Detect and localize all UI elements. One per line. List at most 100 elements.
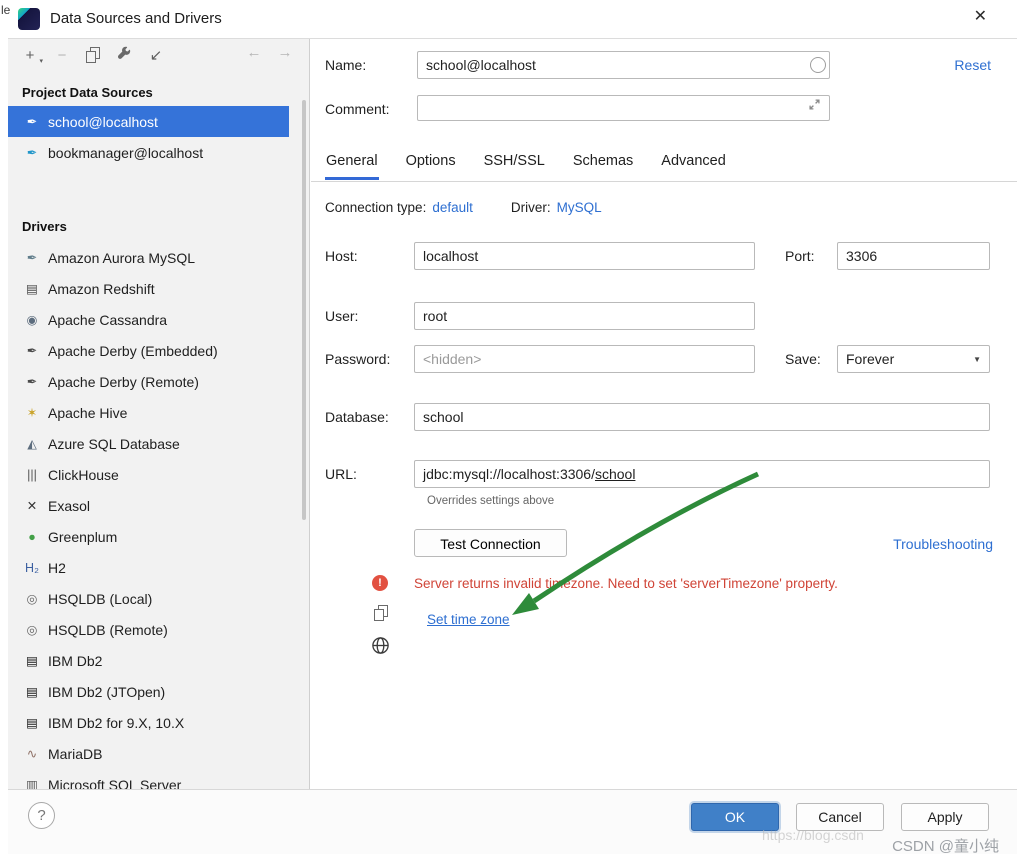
driver-item[interactable]: ● Greenplum	[8, 521, 289, 552]
user-input[interactable]	[414, 302, 755, 330]
tab[interactable]: Advanced	[660, 149, 727, 180]
sidebar-toolbar: + ▾ − ↙	[22, 45, 164, 65]
driver-label: Greenplum	[48, 528, 118, 545]
comment-input[interactable]	[417, 95, 830, 121]
driver-item[interactable]: ▤ IBM Db2 for 9.X, 10.X	[8, 707, 289, 738]
driver-icon: ✒	[26, 344, 38, 358]
driver-item[interactable]: ◭ Azure SQL Database	[8, 428, 289, 459]
expand-editor-icon[interactable]	[809, 99, 820, 110]
driver-label: Azure SQL Database	[48, 435, 180, 452]
port-input[interactable]	[837, 242, 990, 270]
duplicate-icon[interactable]	[86, 47, 100, 63]
troubleshooting-link[interactable]: Troubleshooting	[893, 536, 993, 552]
tab[interactable]: SSH/SSL	[483, 149, 546, 180]
driver-label: H2	[48, 559, 66, 576]
project-data-sources-list: ✒ school@localhost ✒ bookmanager@localho…	[8, 106, 289, 168]
driver-icon: ◎	[26, 623, 38, 637]
data-source-item[interactable]: ✒ bookmanager@localhost	[8, 137, 289, 168]
driver-item[interactable]: ✒ Apache Derby (Embedded)	[8, 335, 289, 366]
sidebar: + ▾ − ↙ ← → Project Data Sources ✒ school…	[8, 39, 310, 790]
test-connection-button[interactable]: Test Connection	[414, 529, 567, 557]
url-input[interactable]: jdbc:mysql://localhost:3306/school	[414, 460, 990, 488]
driver-label: HSQLDB (Remote)	[48, 621, 168, 638]
driver-item[interactable]: ∿ MariaDB	[8, 738, 289, 769]
sidebar-scrollbar[interactable]	[302, 100, 306, 520]
connection-type-label: Connection type:	[325, 200, 427, 215]
driver-label: Apache Derby (Remote)	[48, 373, 199, 390]
tab[interactable]: Schemas	[572, 149, 634, 180]
driver-item[interactable]: ✕ Exasol	[8, 490, 289, 521]
host-input[interactable]	[414, 242, 755, 270]
tab[interactable]: General	[325, 149, 379, 180]
forward-icon: →	[277, 44, 293, 61]
datagrip-app-icon	[18, 8, 40, 30]
mysql-datasource-icon: ✒	[26, 115, 38, 129]
tab-bar: General Options SSH/SSL Schemas Advanced	[325, 149, 727, 180]
driver-field-value[interactable]: MySQL	[557, 200, 602, 215]
help-button[interactable]: ?	[28, 802, 55, 829]
remove-icon: −	[57, 46, 67, 64]
driver-icon: ●	[28, 529, 36, 544]
window-title: Data Sources and Drivers	[50, 10, 222, 27]
name-input[interactable]	[417, 51, 830, 79]
driver-label: IBM Db2	[48, 652, 103, 669]
driver-item[interactable]: ▤ IBM Db2	[8, 645, 289, 676]
save-combobox-value: Forever	[846, 351, 895, 367]
drivers-header: Drivers	[22, 219, 67, 234]
overrides-note: Overrides settings above	[427, 495, 555, 507]
driver-item[interactable]: ✒ Amazon Aurora MySQL	[8, 242, 289, 273]
driver-label: Apache Derby (Embedded)	[48, 342, 218, 359]
import-icon[interactable]: ↙	[148, 48, 164, 63]
driver-item[interactable]: H₂ H2	[8, 552, 289, 583]
reset-link[interactable]: Reset	[954, 57, 991, 73]
driver-item[interactable]: ◎ HSQLDB (Remote)	[8, 614, 289, 645]
driver-icon: H₂	[25, 560, 39, 575]
driver-item[interactable]: ◎ HSQLDB (Local)	[8, 583, 289, 614]
tab-label: Options	[405, 153, 456, 169]
background-window-text: le	[1, 3, 11, 17]
drivers-list: ✒ Amazon Aurora MySQL ▤ Amazon Redshift …	[8, 242, 289, 791]
port-label: Port:	[785, 248, 815, 264]
driver-label: Apache Hive	[48, 404, 128, 421]
driver-label: IBM Db2 (JTOpen)	[48, 683, 166, 700]
driver-icon: ✶	[26, 406, 38, 420]
driver-item[interactable]: ▤ Amazon Redshift	[8, 273, 289, 304]
driver-item[interactable]: ||| ClickHouse	[8, 459, 289, 490]
driver-item[interactable]: ✒ Apache Derby (Remote)	[8, 366, 289, 397]
ok-button[interactable]: OK	[691, 803, 779, 831]
driver-item[interactable]: ◉ Apache Cassandra	[8, 304, 289, 335]
copy-error-icon[interactable]	[374, 605, 388, 621]
mysql-datasource-icon: ✒	[26, 146, 38, 160]
wrench-icon[interactable]	[116, 46, 132, 64]
add-icon[interactable]: + ▾	[22, 48, 43, 65]
tab-label: SSH/SSL	[483, 153, 545, 169]
title-bar: Data Sources and Drivers ✕	[8, 0, 1017, 39]
driver-label: MariaDB	[48, 745, 103, 762]
driver-label: IBM Db2 for 9.X, 10.X	[48, 714, 185, 731]
database-label: Database:	[325, 409, 389, 425]
database-input[interactable]	[414, 403, 990, 431]
data-source-item[interactable]: ✒ school@localhost	[8, 106, 289, 137]
back-icon: ←	[246, 44, 262, 61]
driver-icon: ✒	[26, 375, 38, 389]
tab[interactable]: Options	[405, 149, 457, 180]
driver-icon: ▤	[26, 282, 38, 296]
validation-spinner-icon	[810, 57, 826, 73]
url-prefix-text: jdbc:mysql://localhost:3306/	[423, 466, 595, 482]
driver-item[interactable]: ✶ Apache Hive	[8, 397, 289, 428]
connection-type-value[interactable]: default	[432, 200, 473, 215]
globe-icon[interactable]	[371, 636, 390, 655]
driver-icon: ◉	[26, 313, 38, 327]
close-icon[interactable]: ✕	[974, 9, 987, 25]
driver-icon: ✒	[26, 251, 38, 265]
driver-item[interactable]: ▥ Microsoft SQL Server	[8, 769, 289, 791]
save-combobox[interactable]: Forever ▼	[837, 345, 990, 373]
driver-item[interactable]: ▤ IBM Db2 (JTOpen)	[8, 676, 289, 707]
connection-settings-panel: Name: Reset Comment: General Options SSH…	[311, 39, 1017, 790]
driver-icon: ◭	[27, 437, 37, 451]
password-input[interactable]	[414, 345, 755, 373]
url-database-link[interactable]: school	[595, 466, 635, 482]
cancel-button[interactable]: Cancel	[796, 803, 884, 831]
set-time-zone-link[interactable]: Set time zone	[427, 612, 510, 627]
apply-button[interactable]: Apply	[901, 803, 989, 831]
